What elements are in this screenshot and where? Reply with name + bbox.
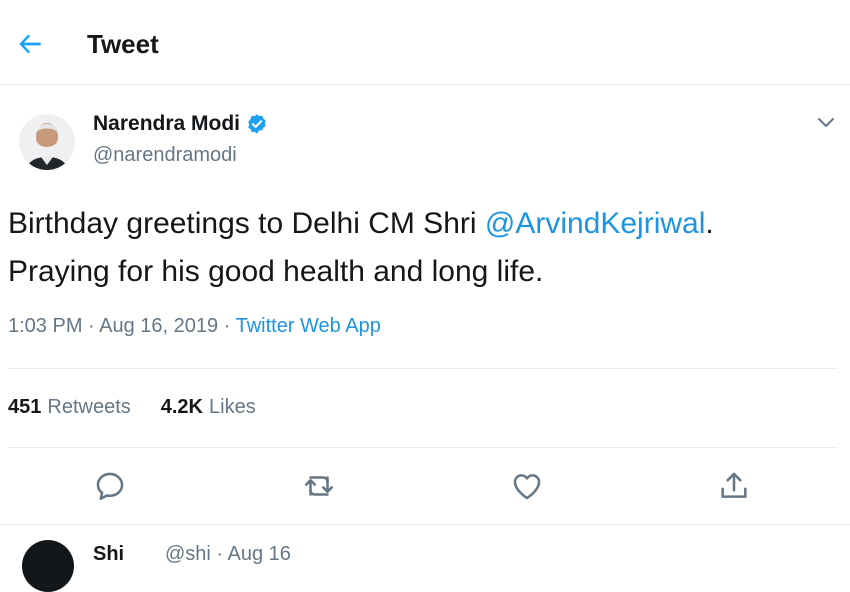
tweet-time[interactable]: 1:03 PM [8, 315, 82, 337]
arrow-left-icon[interactable] [14, 28, 46, 60]
reply-author-name[interactable]: Shi [93, 543, 124, 566]
page-title: Tweet [87, 29, 159, 59]
tweet-date[interactable]: Aug 16, 2019 [99, 315, 218, 337]
tweet-stats: 451 Retweets 4.2K Likes [8, 396, 256, 419]
reply-icon[interactable] [93, 469, 127, 503]
retweet-icon[interactable] [302, 469, 336, 503]
retweets-stat[interactable]: 451 Retweets [8, 396, 131, 419]
reply-avatar[interactable] [22, 540, 74, 592]
reply-meta: @shi · Aug 16 [165, 543, 291, 565]
avatar[interactable] [19, 105, 75, 179]
retweets-label: Retweets [47, 396, 131, 418]
tweet-text: Birthday greetings to Delhi CM Shri @Arv… [8, 200, 838, 296]
retweets-count: 451 [8, 396, 42, 418]
likes-count: 4.2K [160, 396, 203, 418]
likes-label: Likes [209, 396, 256, 418]
page-header: Tweet [0, 0, 850, 85]
author-name-row[interactable]: Narendra Modi [93, 112, 268, 136]
meta-separator: · [82, 315, 100, 337]
tweet-source[interactable]: Twitter Web App [236, 315, 381, 337]
meta-separator: · [218, 315, 236, 337]
mention-link[interactable]: @ArvindKejriwal [485, 207, 706, 240]
divider [8, 368, 838, 369]
likes-stat[interactable]: 4.2K Likes [161, 396, 256, 419]
author-name[interactable]: Narendra Modi [93, 112, 240, 136]
verified-badge-icon [248, 114, 266, 134]
like-icon[interactable] [510, 469, 544, 503]
share-icon[interactable] [717, 469, 751, 503]
divider [0, 524, 850, 525]
divider [8, 447, 838, 448]
tweet-text-line2: Praying for his good health and long lif… [8, 255, 544, 288]
tweet-text-part: Birthday greetings to Delhi CM Shri [8, 207, 485, 240]
tweet-meta: 1:03 PM · Aug 16, 2019 · Twitter Web App [8, 315, 381, 338]
tweet-text-part: . [705, 207, 714, 240]
author-handle[interactable]: @narendramodi [93, 144, 237, 167]
chevron-down-icon[interactable] [814, 110, 838, 134]
